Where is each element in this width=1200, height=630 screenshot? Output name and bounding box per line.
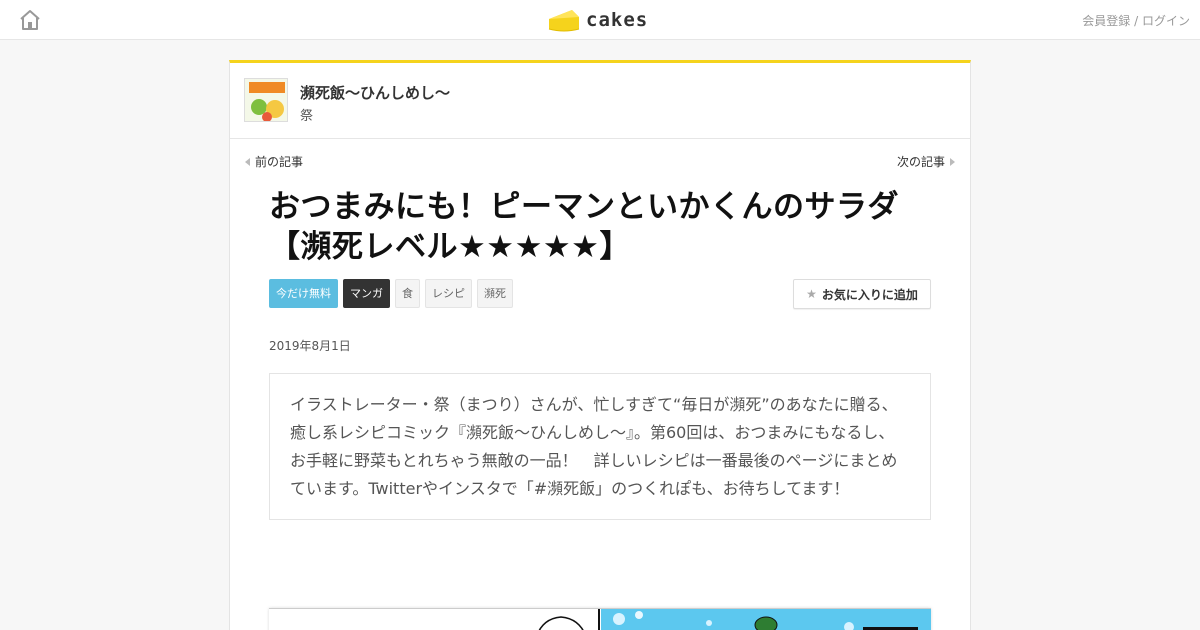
manga-page-image: [269, 608, 931, 630]
login-link[interactable]: ログイン: [1142, 14, 1190, 28]
series-header[interactable]: 瀕死飯～ひんしめし～ 祭: [230, 63, 970, 139]
tag-manga[interactable]: マンガ: [343, 279, 390, 308]
tag-free[interactable]: 今だけ無料: [269, 279, 338, 308]
cake-logo-icon: [548, 10, 580, 32]
register-link[interactable]: 会員登録: [1082, 14, 1130, 28]
series-author[interactable]: 祭: [300, 105, 313, 124]
star-icon: ★: [806, 287, 817, 301]
prev-article-label: 前の記事: [255, 155, 304, 169]
add-favorite-button[interactable]: ★ お気に入りに追加: [793, 279, 931, 309]
auth-links: 会員登録 / ログイン: [1082, 12, 1190, 29]
next-article-link[interactable]: 次の記事: [897, 153, 955, 170]
article-title: おつまみにも！ピーマンといかくんのサラダ【瀕死レベル★★★★★】: [269, 189, 899, 265]
chevron-left-icon: [245, 157, 250, 166]
tag-recipe[interactable]: レシピ: [425, 279, 472, 308]
prev-article-link[interactable]: 前の記事: [245, 153, 303, 170]
tag-list: 今だけ無料 マンガ 食 レシピ 瀕死: [269, 279, 513, 308]
tag-food[interactable]: 食: [395, 279, 420, 308]
series-title[interactable]: 瀕死飯～ひんしめし～: [300, 82, 450, 103]
logo-text: cakes: [586, 9, 649, 31]
article-card: 瀕死飯～ひんしめし～ 祭 前の記事 次の記事 おつまみにも！ピーマンといかくんの…: [229, 60, 971, 630]
home-icon[interactable]: [18, 8, 42, 32]
add-favorite-label: お気に入りに追加: [821, 287, 918, 302]
top-bar: cakes 会員登録 / ログイン: [0, 0, 1200, 40]
auth-separator: /: [1130, 14, 1142, 28]
series-thumbnail-art: [245, 79, 287, 121]
series-thumbnail[interactable]: [244, 78, 288, 122]
tag-hinshi[interactable]: 瀕死: [477, 279, 513, 308]
publish-date: 2019年8月1日: [269, 339, 351, 353]
chevron-right-icon: [950, 157, 955, 166]
lead-text: イラストレーター・祭（まつり）さんが、忙しすぎて“毎日が瀕死”のあなたに贈る、癒…: [269, 373, 931, 520]
next-article-label: 次の記事: [896, 155, 945, 169]
manga-panel-art: [269, 609, 931, 630]
site-logo[interactable]: cakes: [548, 6, 648, 34]
